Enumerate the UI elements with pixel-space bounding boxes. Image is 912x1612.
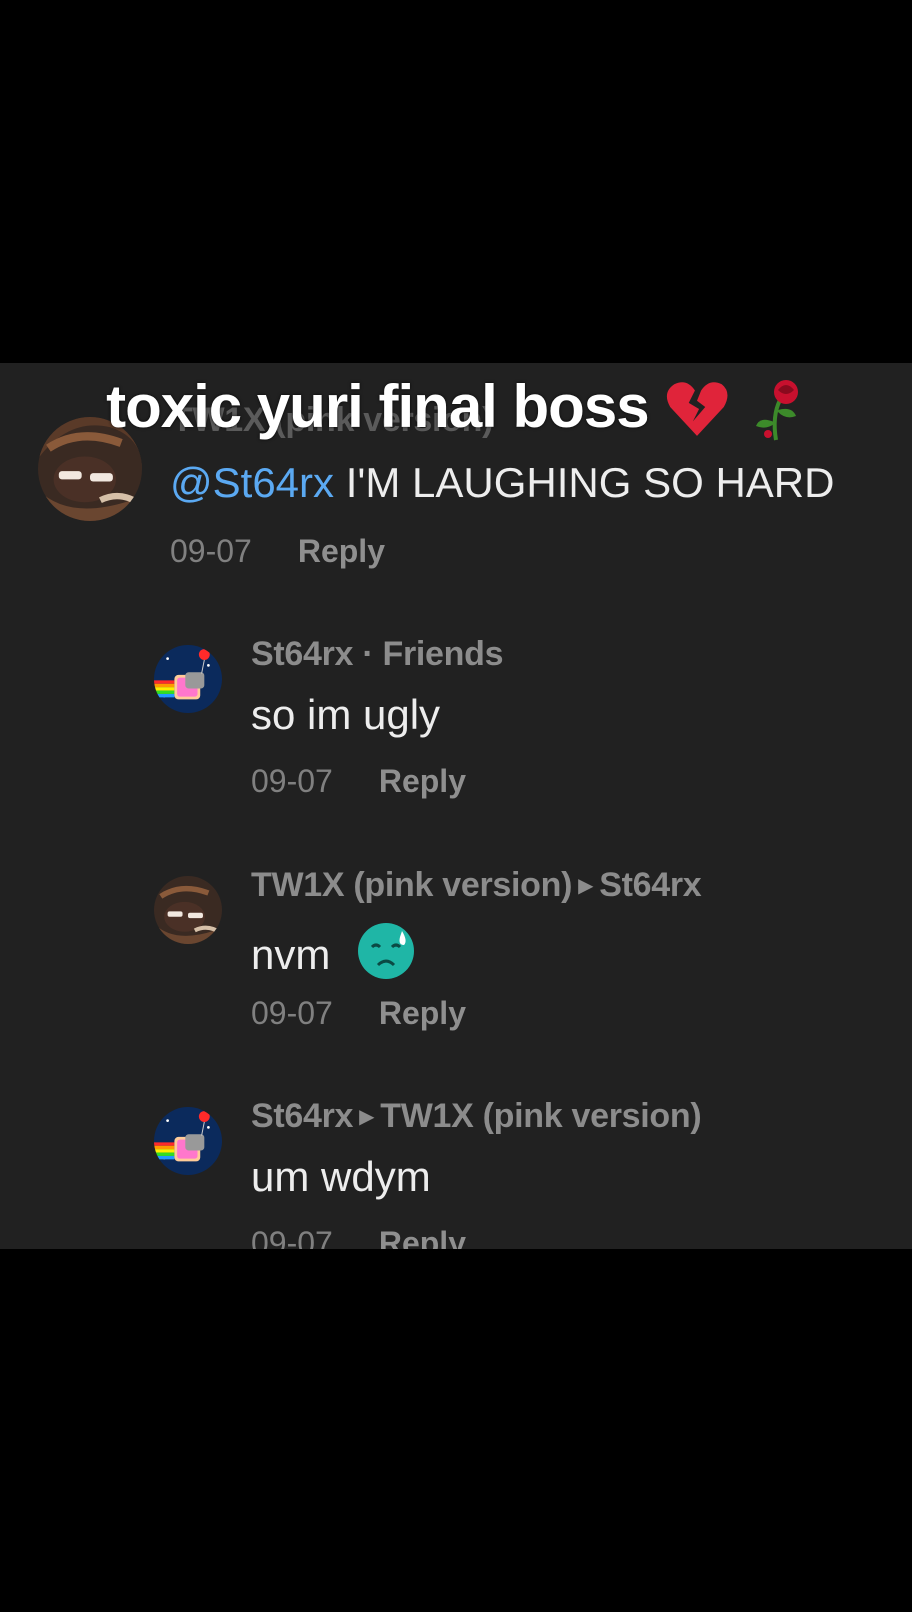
comments-panel: TW1X (pink version) @St64rx I'M LAUGHING… bbox=[0, 363, 912, 1249]
wilted-rose-icon bbox=[746, 376, 806, 446]
video-caption: toxic yuri final boss bbox=[0, 372, 912, 446]
username-link[interactable]: St64rx bbox=[251, 1097, 353, 1135]
reply-username[interactable]: St64rx · Friends bbox=[251, 635, 504, 674]
reply-text: um wdym bbox=[251, 1153, 431, 1200]
reply-meta: 09-07 Reply bbox=[251, 1225, 466, 1249]
reply-body: nvm bbox=[251, 931, 331, 978]
reply-text: so im ugly bbox=[251, 691, 441, 738]
reply-date: 09-07 bbox=[251, 995, 333, 1031]
reply-button[interactable]: Reply bbox=[379, 1225, 466, 1249]
reply-date: 09-07 bbox=[251, 763, 333, 799]
reply-to-username[interactable]: TW1X (pink version) bbox=[380, 1097, 701, 1135]
reply-to-username[interactable]: St64rx bbox=[599, 866, 701, 904]
reply-date: 09-07 bbox=[251, 1225, 333, 1249]
avatar[interactable] bbox=[154, 1107, 222, 1175]
username-link[interactable]: St64rx bbox=[251, 635, 353, 673]
broken-heart-icon bbox=[664, 376, 730, 446]
comment-meta: 09-07 Reply bbox=[170, 533, 385, 570]
reply-meta: 09-07 Reply bbox=[251, 763, 466, 800]
avatar-cookie-icon bbox=[154, 876, 222, 944]
reply-to-arrow-icon: ▶ bbox=[359, 1106, 375, 1128]
avatar[interactable] bbox=[154, 645, 222, 713]
comment-date: 09-07 bbox=[170, 533, 252, 569]
reply-username: St64rx ▶ TW1X (pink version) bbox=[251, 1097, 702, 1136]
reply-text: nvm bbox=[251, 921, 416, 981]
avatar[interactable] bbox=[154, 876, 222, 944]
reply-username: TW1X (pink version) ▶ St64rx bbox=[251, 866, 702, 905]
reply-to-arrow-icon: ▶ bbox=[578, 875, 594, 897]
reply-button[interactable]: Reply bbox=[379, 763, 466, 799]
reply-meta: 09-07 Reply bbox=[251, 995, 466, 1032]
username-link[interactable]: TW1X (pink version) bbox=[251, 866, 572, 904]
friends-label: · Friends bbox=[353, 635, 504, 673]
mention-link[interactable]: @St64rx bbox=[170, 459, 334, 506]
reply-button[interactable]: Reply bbox=[379, 995, 466, 1031]
comment-body: I'M LAUGHING SO HARD bbox=[345, 459, 835, 506]
avatar-nyan-cat-icon bbox=[154, 645, 222, 713]
sad-sweat-face-icon bbox=[356, 921, 416, 981]
caption-text: toxic yuri final boss bbox=[106, 373, 649, 440]
comment-text: @St64rx I'M LAUGHING SO HARD bbox=[170, 459, 834, 507]
avatar-nyan-cat-icon bbox=[154, 1107, 222, 1175]
reply-button[interactable]: Reply bbox=[298, 533, 385, 569]
